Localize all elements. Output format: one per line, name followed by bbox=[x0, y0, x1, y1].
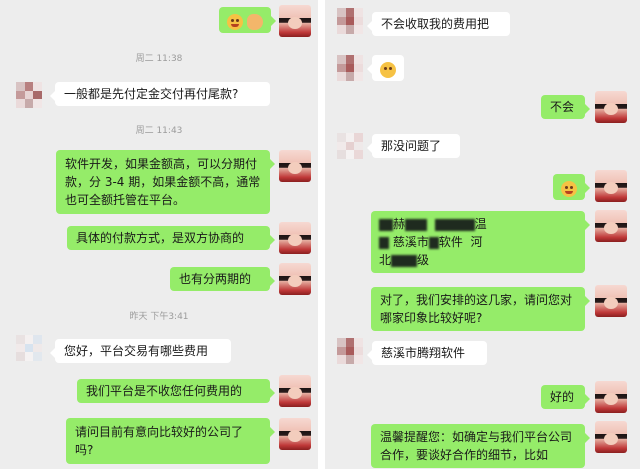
message-bubble-contact[interactable]: 您好，平台交易有哪些费用 bbox=[50, 339, 231, 363]
message-bubble-contact[interactable]: 一般都是先付定金交付再付尾款? bbox=[50, 82, 270, 106]
avatar-self[interactable] bbox=[279, 375, 311, 407]
message-bubble-self[interactable]: 也有分两期的 bbox=[170, 267, 275, 291]
timestamp: 昨天 下午3:41 bbox=[129, 312, 189, 322]
timestamp: 周二 11:43 bbox=[135, 126, 183, 136]
avatar-self[interactable] bbox=[595, 170, 627, 202]
message-bubble-self[interactable]: 温馨提醒您：如确定与我们平台公司合作，要谈好合作的细节，比如 bbox=[371, 424, 590, 468]
message-text-fragment: 慈溪市 bbox=[392, 235, 429, 249]
message-bubble-self[interactable]: 不会 bbox=[541, 95, 590, 119]
handshake-emoji-icon bbox=[247, 13, 263, 30]
redaction-block bbox=[391, 254, 418, 267]
redaction-block bbox=[434, 218, 475, 231]
message-bubble-self[interactable] bbox=[553, 174, 590, 200]
chat-panel-right[interactable]: 不会收取我的费用把 不会 那没问题了 赫 温 慈溪市 软件 河 北 级 对了，我们安… bbox=[325, 0, 640, 469]
message-bubble-self[interactable]: 请问目前有意向比较好的公司了吗? bbox=[66, 418, 275, 464]
avatar-contact[interactable] bbox=[16, 82, 42, 108]
message-text-fragment: 软件 bbox=[438, 235, 463, 249]
message-bubble-self[interactable]: 软件开发，如果金额高，可以分期付款，分 3-4 期，如果金额不高，通常也可全额托… bbox=[56, 150, 275, 214]
avatar-self[interactable] bbox=[595, 91, 627, 123]
redaction-block bbox=[405, 218, 428, 231]
message-text-fragment: 河 bbox=[470, 235, 483, 249]
message-bubble-contact[interactable] bbox=[367, 55, 404, 81]
avatar-self[interactable] bbox=[279, 5, 311, 37]
message-text-fragment: 北 bbox=[379, 253, 392, 267]
avatar-self[interactable] bbox=[279, 263, 311, 295]
message-text-fragment: 级 bbox=[417, 253, 430, 267]
smile-emoji-icon bbox=[561, 180, 577, 197]
thinking-emoji-icon bbox=[380, 61, 396, 78]
message-bubble-contact[interactable]: 那没问题了 bbox=[367, 134, 460, 158]
avatar-contact[interactable] bbox=[337, 338, 363, 364]
timestamp: 周二 11:38 bbox=[135, 54, 183, 64]
avatar-self[interactable] bbox=[595, 421, 627, 453]
message-bubble-contact[interactable]: 慈溪市腾翔软件 bbox=[367, 341, 487, 365]
message-text-fragment: 温 bbox=[474, 217, 487, 231]
message-bubble-contact[interactable]: 不会收取我的费用把 bbox=[367, 12, 510, 36]
message-bubble-self[interactable]: 对了，我们安排的这几家，请问您对哪家印象比较好呢? bbox=[371, 287, 590, 331]
avatar-self[interactable] bbox=[279, 418, 311, 450]
avatar-self[interactable] bbox=[279, 150, 311, 182]
avatar-contact[interactable] bbox=[337, 8, 363, 34]
message-bubble-self[interactable]: 我们平台是不收您任何费用的 bbox=[77, 379, 275, 403]
redaction-block bbox=[379, 236, 389, 249]
message-bubble-self[interactable]: 具体的付款方式，是双方协商的 bbox=[67, 226, 275, 250]
redaction-block bbox=[379, 218, 393, 231]
message-bubble-self[interactable]: 好的 bbox=[541, 385, 590, 409]
avatar-contact[interactable] bbox=[337, 133, 363, 159]
smile-emoji-icon bbox=[227, 13, 243, 30]
redaction-block bbox=[428, 236, 439, 249]
avatar-self[interactable] bbox=[595, 285, 627, 317]
avatar-self[interactable] bbox=[595, 381, 627, 413]
avatar-self[interactable] bbox=[595, 210, 627, 242]
chat-panel-left[interactable]: 周二 11:38 一般都是先付定金交付再付尾款? 周二 11:43 软件开发，如… bbox=[0, 0, 318, 469]
message-text-fragment: 赫 bbox=[393, 217, 406, 231]
avatar-contact[interactable] bbox=[16, 335, 42, 361]
avatar-self[interactable] bbox=[279, 222, 311, 254]
message-bubble-self[interactable] bbox=[219, 7, 276, 33]
avatar-contact[interactable] bbox=[337, 55, 363, 81]
message-bubble-self[interactable]: 赫 温 慈溪市 软件 河 北 级 bbox=[371, 211, 590, 273]
